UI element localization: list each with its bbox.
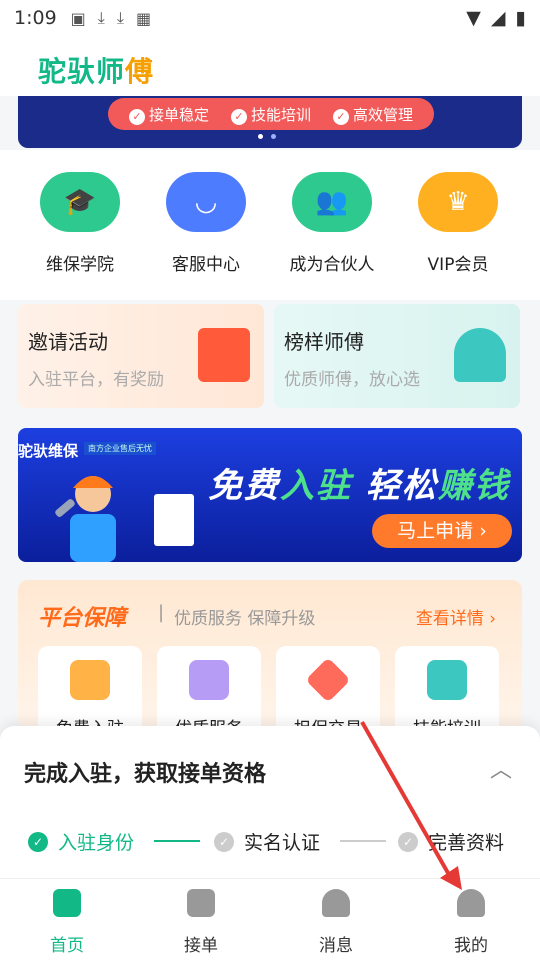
- top-banner[interactable]: ✓ 接单稳定 ✓ 技能培训 ✓ 高效管理: [18, 96, 522, 148]
- step-verification[interactable]: ✓ 实名认证: [214, 828, 320, 855]
- invite-card[interactable]: 邀请活动 入驻平台，有奖励: [18, 304, 264, 408]
- check-icon: ✓: [28, 831, 48, 852]
- store-icon: [70, 660, 110, 700]
- download-icon: ⤓: [97, 8, 105, 27]
- step-identity[interactable]: ✓ 入驻身份: [28, 828, 134, 855]
- chevron-up-icon[interactable]: ︿: [490, 752, 512, 784]
- promo-tag: 南方企业售后无忧: [84, 442, 156, 455]
- tab-messages[interactable]: 消息: [281, 889, 391, 956]
- pill-item: ✓ 接单稳定: [128, 104, 209, 125]
- check-icon: ✓: [214, 831, 234, 852]
- bottom-tab-bar: 首页 接单 消息 我的: [0, 878, 540, 960]
- certificate-icon: [154, 494, 194, 546]
- apply-now-button[interactable]: 马上申请 ›: [372, 514, 512, 548]
- check-icon: ✓: [398, 831, 418, 852]
- quick-actions: 🎓 维保学院 ◡ 客服中心 👥 成为合伙人 ♛ VIP会员: [0, 150, 540, 300]
- guarantee-title: 平台保障: [38, 606, 127, 631]
- pill-item: ✓ 技能培训: [230, 104, 311, 125]
- guarantee-item[interactable]: 免费入驻: [38, 646, 142, 739]
- carousel-dot: [271, 134, 276, 139]
- tab-label: 我的: [454, 936, 488, 956]
- headline-part: 免费: [208, 466, 280, 506]
- user-icon: [457, 889, 485, 917]
- crown-icon: ♛: [418, 172, 498, 232]
- step-label: 完善资料: [428, 832, 505, 854]
- headline-part: 入驻: [280, 466, 352, 506]
- check-icon: ✓: [128, 108, 145, 125]
- logo-main: 驼驮师: [38, 55, 126, 88]
- image-icon: ▣: [70, 8, 86, 28]
- guarantee-item[interactable]: 技能培训: [395, 646, 499, 739]
- home-icon: [53, 889, 81, 917]
- quick-label: VIP会员: [427, 255, 489, 275]
- carousel-dots: [258, 134, 276, 139]
- heart-hand-icon: [189, 660, 229, 700]
- onboarding-sheet: 完成入驻，获取接单资格 ︿ ✓ 入驻身份 ✓ 实名认证 ✓ 完善资料: [0, 726, 540, 878]
- check-icon: ✓: [230, 108, 247, 125]
- trophy-icon: [454, 328, 506, 382]
- tab-home[interactable]: 首页: [12, 889, 122, 956]
- wifi-icon: ▼: [466, 7, 481, 29]
- carousel-dot-active: [258, 134, 263, 139]
- quick-label: 成为合伙人: [289, 255, 375, 275]
- platform-guarantee: 平台保障 | 优质服务 保障升级 查看详情 › 免费入驻 优质服务 担保交易 技…: [18, 580, 522, 739]
- step-connector: [154, 840, 200, 842]
- quick-label: 维保学院: [46, 255, 114, 275]
- signal-icon: ◢: [490, 7, 506, 29]
- battery-icon: ▮: [515, 7, 526, 29]
- status-bar: 1:09 ▣ ⤓ ⤓ ▦ ▼ ◢ ▮: [0, 0, 540, 36]
- feature-cards: 邀请活动 入驻平台，有奖励 榜样师傅 优质师傅，放心选: [18, 304, 522, 408]
- view-details-link[interactable]: 查看详情 ›: [416, 604, 496, 629]
- pill-label: 高效管理: [352, 105, 413, 124]
- worker-illustration: [48, 464, 138, 562]
- quick-item-academy[interactable]: 🎓 维保学院: [20, 172, 140, 275]
- users-icon: 👥: [292, 172, 372, 232]
- bell-icon: [322, 889, 350, 917]
- pill-label: 技能培训: [250, 105, 311, 124]
- font-icon: ▦: [135, 8, 152, 28]
- guarantee-item[interactable]: 担保交易: [276, 646, 380, 739]
- gift-icon: [198, 328, 250, 382]
- logo-accent: 傅: [125, 55, 155, 88]
- pill-label: 接单稳定: [148, 105, 209, 124]
- quick-item-partner[interactable]: 👥 成为合伙人: [272, 172, 392, 275]
- clipboard-icon: [187, 889, 215, 917]
- check-icon: ✓: [332, 108, 349, 125]
- headline-part: 轻松: [365, 466, 438, 506]
- diamond-icon: [305, 657, 351, 703]
- onboarding-steps: ✓ 入驻身份 ✓ 实名认证 ✓ 完善资料: [28, 828, 518, 858]
- status-time: 1:09: [14, 7, 57, 29]
- download-icon: ⤓: [116, 8, 124, 27]
- tab-label: 首页: [50, 936, 84, 956]
- app-header: 驼驮师傅: [0, 36, 540, 96]
- divider: |: [158, 602, 165, 623]
- quick-item-vip[interactable]: ♛ VIP会员: [398, 172, 518, 275]
- book-icon: [427, 660, 467, 700]
- model-master-card[interactable]: 榜样师傅 优质师傅，放心选: [274, 304, 520, 408]
- banner-pill: ✓ 接单稳定 ✓ 技能培训 ✓ 高效管理: [108, 98, 434, 130]
- headline-part: 赚钱: [437, 466, 510, 506]
- step-label: 入驻身份: [58, 832, 135, 854]
- app-logo: 驼驮师傅: [38, 50, 154, 90]
- step-profile[interactable]: ✓ 完善资料: [398, 828, 504, 855]
- promo-brand: 驼驮维保: [18, 442, 79, 460]
- guarantee-subtitle: 优质服务 保障升级: [174, 609, 316, 629]
- tab-orders[interactable]: 接单: [146, 889, 256, 956]
- quick-label: 客服中心: [172, 255, 240, 275]
- step-connector: [340, 840, 386, 842]
- step-label: 实名认证: [244, 832, 321, 854]
- pill-item: ✓ 高效管理: [332, 104, 413, 125]
- guarantee-item[interactable]: 优质服务: [157, 646, 261, 739]
- tab-label: 消息: [319, 936, 353, 956]
- quick-item-service[interactable]: ◡ 客服中心: [146, 172, 266, 275]
- sheet-title: 完成入驻，获取接单资格: [24, 762, 267, 787]
- chat-bubble-icon: ◡: [166, 172, 246, 232]
- graduation-cap-icon: 🎓: [40, 172, 120, 232]
- tab-mine[interactable]: 我的: [416, 889, 526, 956]
- tab-label: 接单: [184, 936, 218, 956]
- promo-banner[interactable]: 驼驮维保 南方企业售后无忧 免费入驻 轻松赚钱 马上申请 ›: [18, 428, 522, 562]
- promo-headline: 免费入驻 轻松赚钱: [208, 458, 510, 507]
